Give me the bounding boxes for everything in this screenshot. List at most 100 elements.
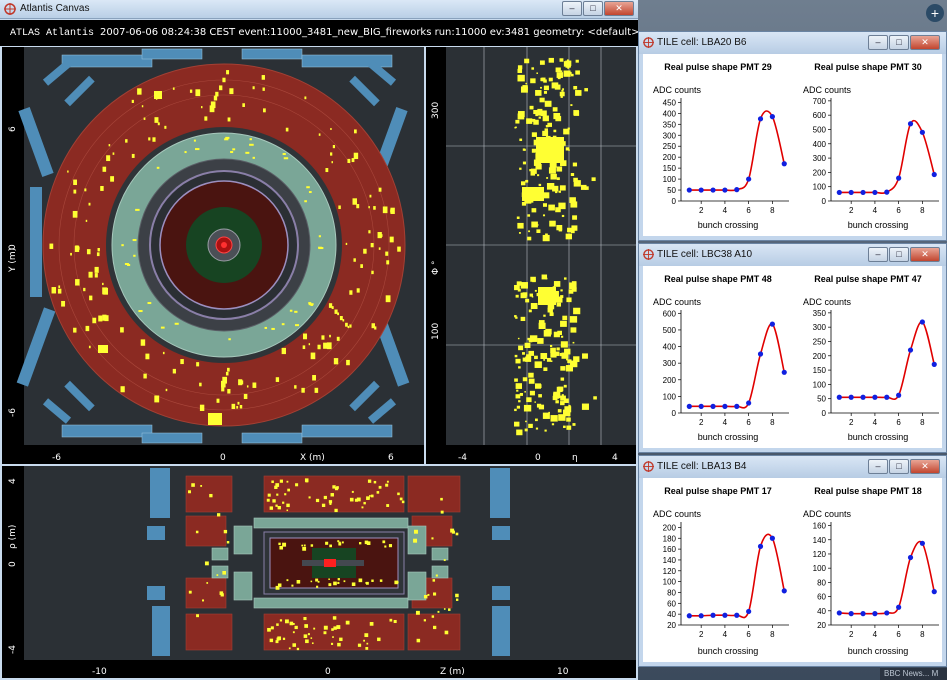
close-button[interactable]: ✕ [604, 1, 634, 16]
tile-window-1-title-bar[interactable]: TILE cell: LBA20 B6 – □ ✕ [639, 32, 946, 54]
yx-view-canvas[interactable]: Y (m) 6 0 -6 -6 0 6 X (m) [2, 47, 424, 464]
energy-deposit [67, 170, 69, 173]
muon-chamber [492, 606, 510, 656]
energy-deposit [566, 425, 572, 430]
energy-deposit [174, 322, 179, 325]
energy-deposit [286, 509, 289, 512]
energy-deposit [61, 300, 66, 307]
x-tick-label: 8 [770, 630, 775, 639]
energy-deposit [219, 591, 224, 595]
y-tick-label: 250 [663, 142, 677, 151]
atlantis-app-icon [643, 249, 654, 260]
tile-window-3-title-bar[interactable]: TILE cell: LBA13 B4 – □ ✕ [639, 456, 946, 478]
energy-deposit [538, 116, 541, 119]
energy-deposit [515, 126, 517, 129]
pulse-plot-canvas: 0 50 100 150 200 250 300 350 400 450 2 4 6 8 [663, 98, 789, 215]
energy-deposit [194, 148, 200, 151]
energy-deposit [328, 578, 330, 580]
energy-deposit [572, 215, 578, 220]
energy-deposit [534, 401, 536, 403]
phi-eta-canvas[interactable]: 300 Φ ° 100 -4 0 η 4 [426, 47, 636, 464]
energy-deposit [199, 404, 205, 411]
yx-xtick-mid: 0 [220, 453, 226, 463]
energy-deposit [522, 161, 527, 165]
minimize-button[interactable]: – [868, 459, 888, 474]
energy-deposit [519, 138, 523, 142]
energy-deposit [560, 295, 564, 298]
energy-deposit [517, 74, 525, 82]
energy-deposit [566, 59, 569, 62]
energy-deposit [527, 236, 532, 241]
data-point [722, 612, 728, 618]
x-tick-label: 6 [896, 630, 901, 639]
rz-view-panel[interactable]: 4 ρ (m) 0 -4 -10 0 Z (m) 10 [2, 466, 636, 678]
tile-window-3[interactable]: TILE cell: LBA13 B4 – □ ✕ Real pulse shape… [638, 455, 947, 667]
energy-deposit [535, 110, 542, 116]
y-tick-label: 20 [667, 621, 676, 630]
energy-deposit [555, 116, 562, 122]
energy-deposit [432, 579, 436, 582]
minimize-button[interactable]: – [868, 247, 888, 262]
energy-deposit [351, 490, 354, 493]
data-point [781, 369, 787, 375]
y-tick-label: 0 [672, 409, 677, 418]
energy-deposit [240, 380, 244, 385]
minimize-button[interactable]: – [868, 35, 888, 50]
energy-deposit [216, 574, 219, 576]
yx-view-panel[interactable]: Y (m) 6 0 -6 -6 0 6 X (m) [2, 47, 424, 464]
energy-deposit [433, 592, 437, 596]
energy-deposit [246, 385, 249, 388]
tile-window-2-title-bar[interactable]: TILE cell: LBC38 A10 – □ ✕ [639, 244, 946, 266]
em-calorimeter [253, 517, 409, 529]
maximize-button[interactable]: □ [583, 1, 603, 16]
energy-deposit [514, 354, 518, 358]
energy-deposit [204, 116, 208, 121]
main-title-bar[interactable]: Atlantis Canvas – □ ✕ [0, 0, 638, 19]
atlantis-canvas-window: Atlantis Canvas – □ ✕ ATLAS Atlantis 2007… [0, 0, 640, 680]
energy-deposit [528, 309, 532, 313]
data-point [931, 171, 937, 178]
energy-deposit [376, 491, 380, 494]
em-calorimeter [211, 547, 229, 561]
maximize-button[interactable]: □ [889, 247, 909, 262]
energy-deposit [549, 344, 553, 347]
energy-deposit [542, 203, 548, 207]
maximize-button[interactable]: □ [889, 459, 909, 474]
y-tick-label: 400 [663, 343, 677, 352]
taskbar-news-item[interactable]: BBC News... M [880, 668, 947, 680]
energy-deposit [548, 57, 554, 63]
minimize-button[interactable]: – [562, 1, 582, 16]
data-point [931, 589, 937, 595]
rz-view-canvas[interactable]: 4 ρ (m) 0 -4 -10 0 Z (m) 10 [2, 466, 636, 678]
energy-deposit [275, 504, 278, 507]
energy-deposit [560, 335, 564, 338]
energy-deposit [537, 174, 540, 177]
close-button[interactable]: ✕ [910, 35, 940, 50]
energy-deposit [570, 73, 574, 77]
y-tick-label: 40 [667, 610, 676, 619]
phi-eta-view-panel[interactable]: 300 Φ ° 100 -4 0 η 4 [426, 47, 636, 464]
tile-window-1[interactable]: TILE cell: LBA20 B6 – □ ✕ Real pulse shape… [638, 31, 947, 241]
energy-deposit [345, 242, 348, 245]
rz-ytick-mid: 0 [8, 561, 18, 567]
y-tick-label: 0 [672, 197, 677, 206]
energy-deposit [374, 326, 377, 330]
tile-window-2[interactable]: TILE cell: LBC38 A10 – □ ✕ Real pulse shap… [638, 243, 947, 453]
energy-deposit [358, 542, 362, 545]
add-gadget-icon[interactable]: + [926, 4, 944, 22]
energy-deposit [326, 342, 332, 350]
close-button[interactable]: ✕ [910, 459, 940, 474]
energy-deposit [559, 185, 566, 191]
energy-deposit [526, 397, 532, 403]
muon-chamber [147, 526, 165, 540]
muon-chamber [241, 432, 303, 444]
energy-deposit [560, 95, 563, 98]
phi-ytick-100: 100 [431, 323, 441, 340]
energy-deposit [88, 345, 91, 349]
maximize-button[interactable]: □ [889, 35, 909, 50]
close-button[interactable]: ✕ [910, 247, 940, 262]
data-point [931, 361, 937, 367]
tile-window-1-title: TILE cell: LBA20 B6 [657, 37, 747, 48]
energy-deposit [49, 243, 54, 249]
energy-deposit [160, 326, 165, 329]
